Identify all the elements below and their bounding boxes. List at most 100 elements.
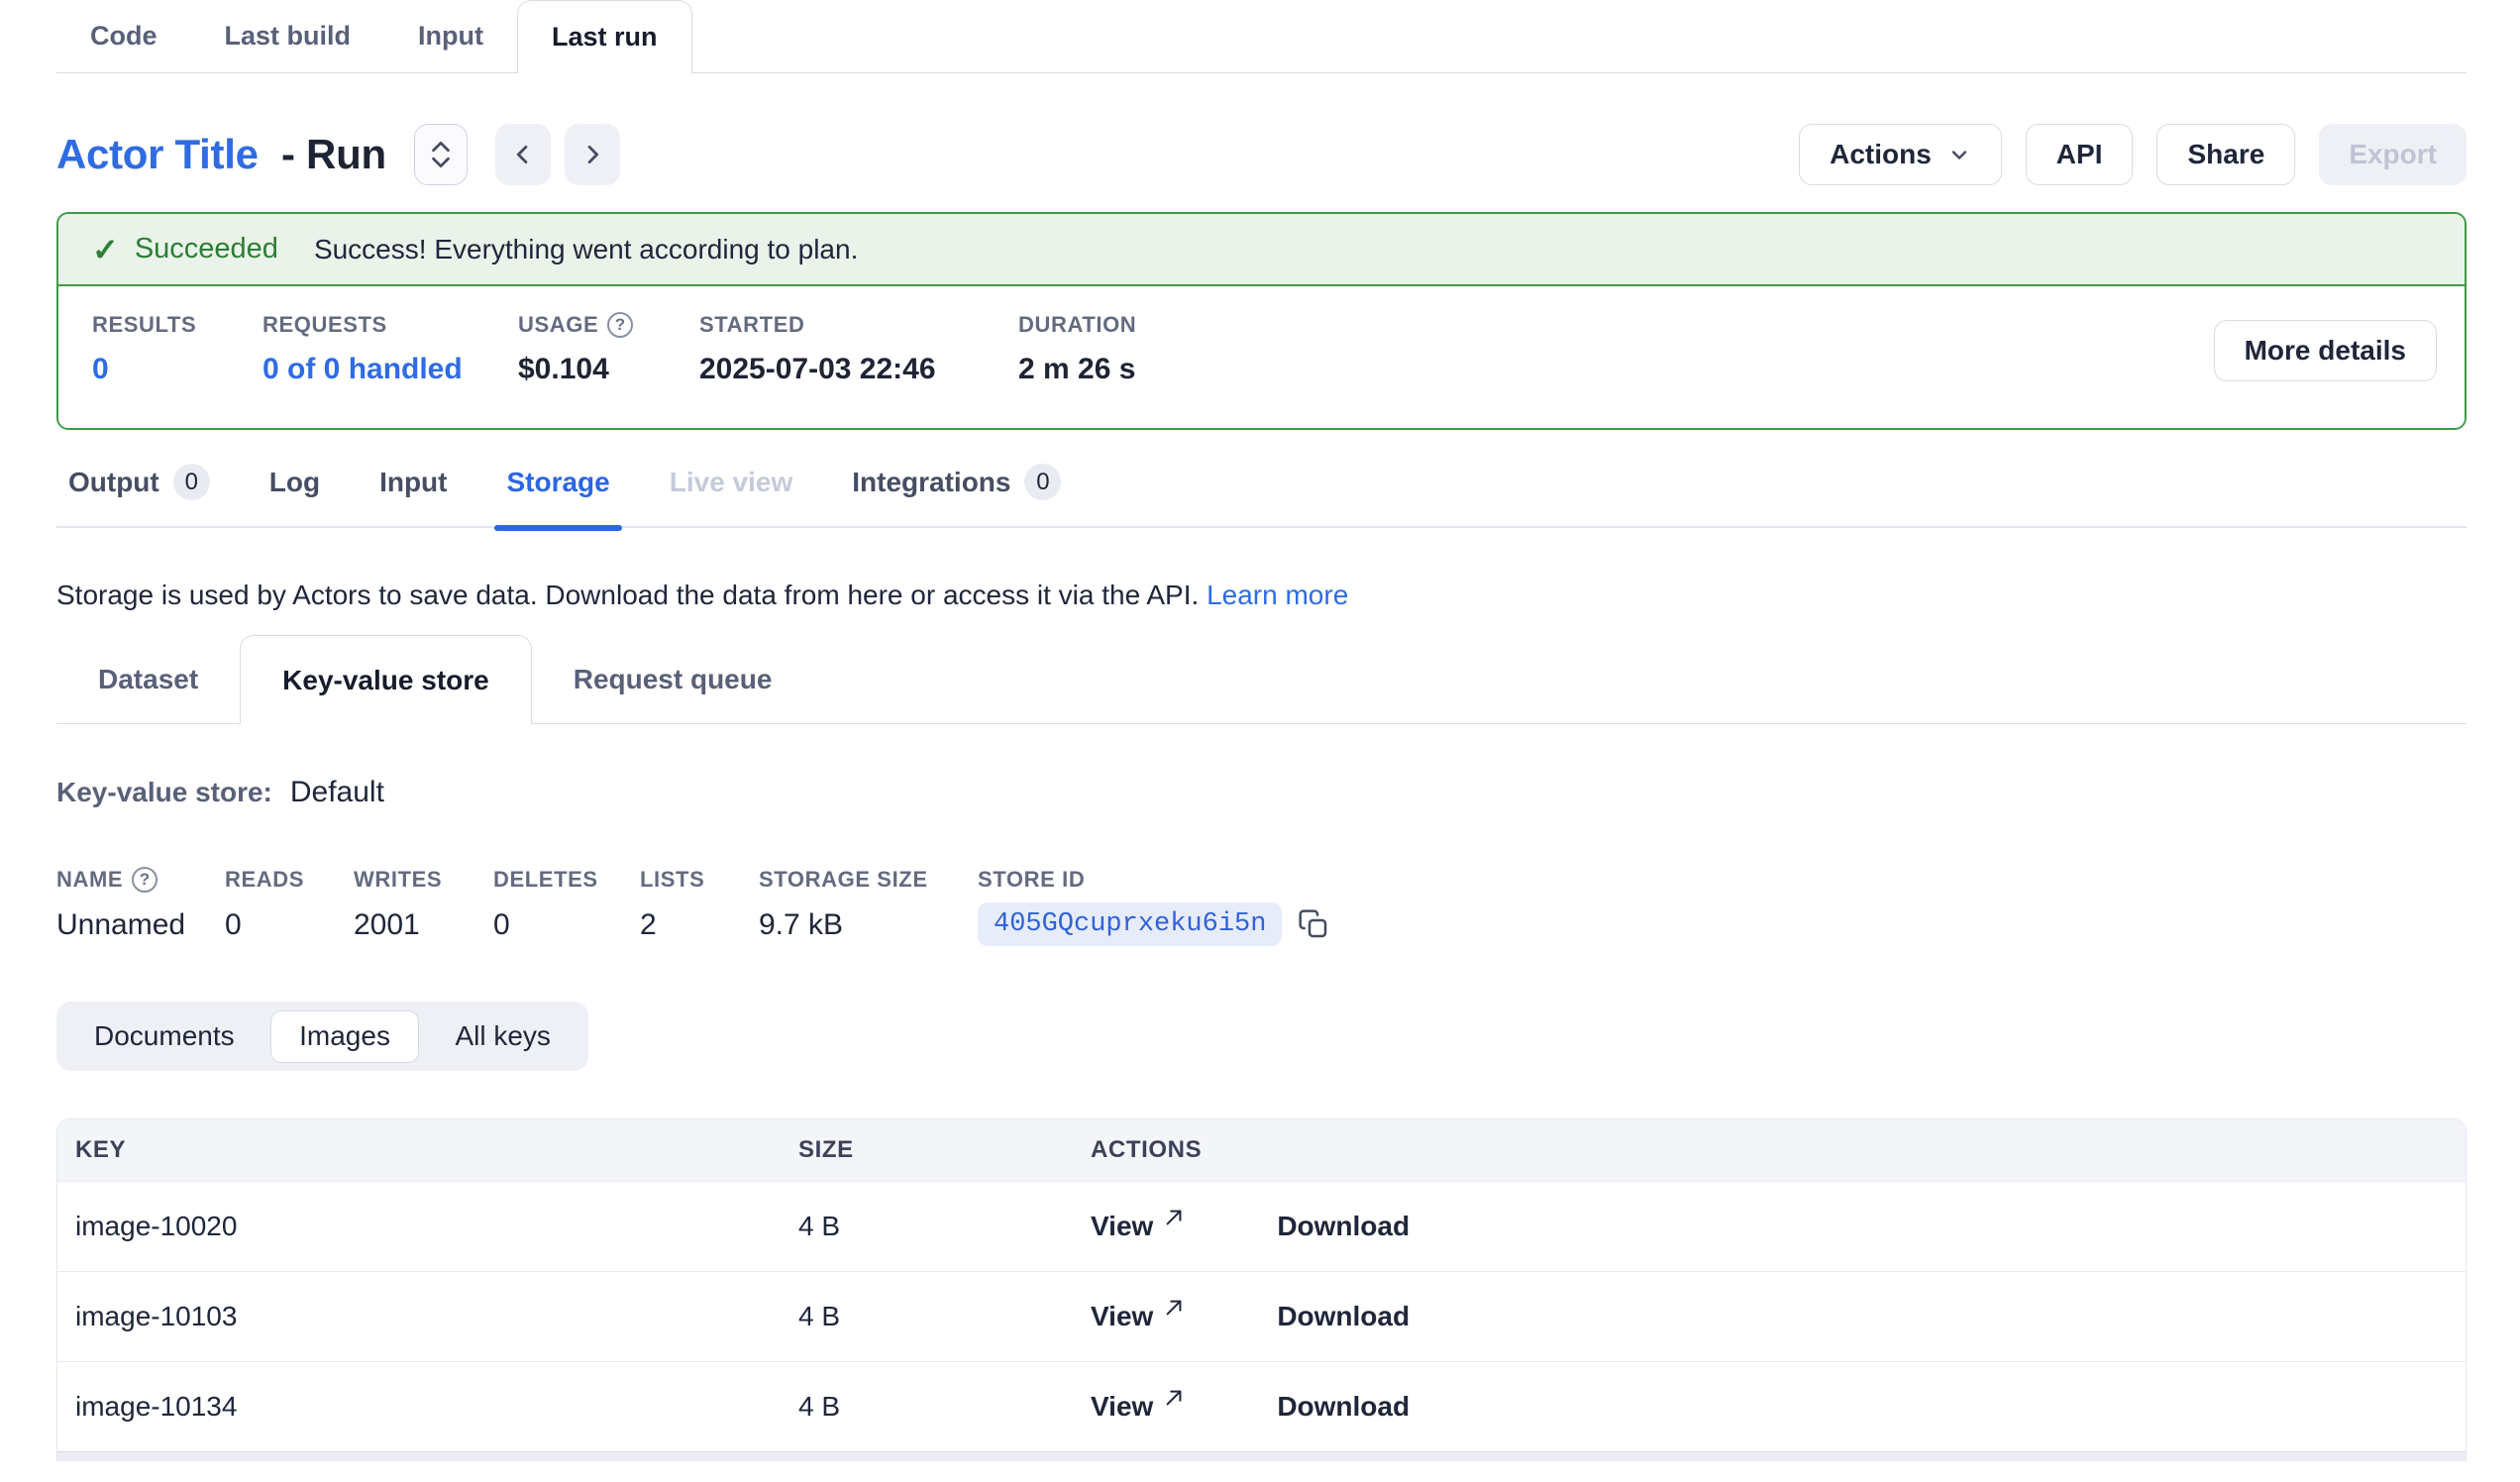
storage-description: Storage is used by Actors to save data. … xyxy=(56,580,2467,611)
chevron-down-icon xyxy=(1947,143,1971,166)
status-badge: Succeeded xyxy=(135,233,278,265)
tab-request-queue[interactable]: Request queue xyxy=(532,635,814,723)
lists-header: LISTS xyxy=(640,867,759,893)
store-stat-store-id: STORE ID 405GQcuprxeku6i5n xyxy=(978,867,1329,946)
integrations-count-badge: 0 xyxy=(1024,464,1061,500)
tab-code[interactable]: Code xyxy=(56,0,191,72)
table-row: image-10020 4 B View Download xyxy=(57,1181,2466,1271)
download-link[interactable]: Download xyxy=(1277,1211,1410,1242)
actor-title-link[interactable]: Actor Title xyxy=(56,131,259,177)
view-link[interactable]: View xyxy=(1091,1211,1185,1242)
stat-started-value: 2025-07-03 22:46 xyxy=(699,353,1018,386)
stat-usage: USAGE ? $0.104 xyxy=(518,312,699,386)
success-banner: ✓ Succeeded Success! Everything went acc… xyxy=(58,214,2465,286)
header-actions: Actions API Share Export xyxy=(1799,124,2467,185)
deletes-value: 0 xyxy=(493,908,640,942)
store-stat-name: NAME ? Unnamed xyxy=(56,867,225,946)
row-key: image-10134 xyxy=(75,1391,798,1423)
actions-dropdown-button[interactable]: Actions xyxy=(1799,124,2002,185)
stat-results-label: RESULTS xyxy=(92,312,262,338)
store-stats: NAME ? Unnamed READS 0 WRITES 2001 DELET… xyxy=(56,867,2467,946)
page-title: Actor Title - Run xyxy=(56,131,386,178)
col-key-header: KEY xyxy=(75,1136,798,1164)
tab-live-view: Live view xyxy=(670,464,793,500)
store-id-value[interactable]: 405GQcuprxeku6i5n xyxy=(978,902,1282,946)
next-run-button[interactable] xyxy=(565,124,620,185)
stat-requests-label: REQUESTS xyxy=(262,312,518,338)
table-row: image-10134 4 B View Download xyxy=(57,1361,2466,1451)
storage-size-header: STORAGE SIZE xyxy=(759,867,978,893)
lists-value: 2 xyxy=(640,908,759,942)
learn-more-link[interactable]: Learn more xyxy=(1207,580,1348,610)
kv-store-row: Key-value store: Default xyxy=(56,776,2467,809)
stat-started: STARTED 2025-07-03 22:46 xyxy=(699,312,1018,386)
filter-images[interactable]: Images xyxy=(270,1010,420,1063)
view-label: View xyxy=(1091,1301,1153,1332)
export-button: Export xyxy=(2319,124,2467,185)
tab-storage[interactable]: Storage xyxy=(506,464,609,500)
view-label: View xyxy=(1091,1211,1153,1242)
usage-label-text: USAGE xyxy=(518,312,598,338)
table-footer-strip xyxy=(57,1451,2466,1461)
download-link[interactable]: Download xyxy=(1277,1301,1410,1332)
run-title-suffix: - Run xyxy=(281,131,386,177)
table-row: image-10103 4 B View Download xyxy=(57,1271,2466,1361)
tab-log[interactable]: Log xyxy=(269,464,320,500)
row-actions: View Download xyxy=(1091,1391,2466,1423)
tab-run-input[interactable]: Input xyxy=(379,464,447,500)
more-details-button[interactable]: More details xyxy=(2214,320,2437,381)
view-link[interactable]: View xyxy=(1091,1391,1185,1423)
external-link-icon xyxy=(1163,1301,1185,1319)
check-icon: ✓ xyxy=(92,231,119,268)
stat-results-value[interactable]: 0 xyxy=(92,353,262,386)
tab-key-value-store[interactable]: Key-value store xyxy=(240,635,532,724)
actions-label: Actions xyxy=(1830,139,1932,170)
filter-all-keys[interactable]: All keys xyxy=(425,1009,579,1063)
file-tab-bar: Code Last build Input Last run xyxy=(56,0,2467,73)
status-message: Success! Everything went according to pl… xyxy=(314,234,858,265)
copy-icon[interactable] xyxy=(1298,908,1329,940)
filter-documents[interactable]: Documents xyxy=(64,1009,264,1063)
store-stat-name-header: NAME ? xyxy=(56,867,225,893)
tab-last-run[interactable]: Last run xyxy=(517,0,692,73)
storage-size-value: 9.7 kB xyxy=(759,908,978,942)
external-link-icon xyxy=(1163,1391,1185,1409)
row-size: 4 B xyxy=(798,1391,1091,1423)
key-filter-segmented-control: Documents Images All keys xyxy=(56,1002,588,1071)
reads-value: 0 xyxy=(225,908,354,942)
run-stats: RESULTS 0 REQUESTS 0 of 0 handled USAGE … xyxy=(58,286,2465,428)
store-stat-reads: READS 0 xyxy=(225,867,354,946)
tab-output[interactable]: Output 0 xyxy=(68,464,210,500)
store-stat-storage-size: STORAGE SIZE 9.7 kB xyxy=(759,867,978,946)
row-size: 4 B xyxy=(798,1301,1091,1332)
tab-integrations-label: Integrations xyxy=(852,467,1010,498)
name-help-icon[interactable]: ? xyxy=(132,867,158,893)
store-stat-name-value: Unnamed xyxy=(56,908,225,942)
stat-duration-value: 2 m 26 s xyxy=(1018,353,1136,386)
writes-value: 2001 xyxy=(354,908,493,942)
share-button[interactable]: Share xyxy=(2156,124,2295,185)
stat-usage-value: $0.104 xyxy=(518,353,699,386)
actor-run-page: Code Last build Input Last run Actor Tit… xyxy=(0,0,2520,1482)
download-link[interactable]: Download xyxy=(1277,1391,1410,1423)
row-actions: View Download xyxy=(1091,1301,2466,1332)
stat-results: RESULTS 0 xyxy=(92,312,262,386)
api-button[interactable]: API xyxy=(2026,124,2134,185)
view-link[interactable]: View xyxy=(1091,1301,1185,1332)
output-count-badge: 0 xyxy=(173,464,210,500)
row-key: image-10020 xyxy=(75,1211,798,1242)
usage-help-icon[interactable]: ? xyxy=(607,312,633,338)
previous-run-button[interactable] xyxy=(495,124,551,185)
storage-tab-bar: Dataset Key-value store Request queue xyxy=(56,635,2467,724)
tab-dataset[interactable]: Dataset xyxy=(56,635,240,723)
row-size: 4 B xyxy=(798,1211,1091,1242)
tab-last-build[interactable]: Last build xyxy=(191,0,385,72)
stat-duration: DURATION 2 m 26 s xyxy=(1018,312,1136,386)
tab-integrations[interactable]: Integrations 0 xyxy=(852,464,1061,500)
stat-requests-value[interactable]: 0 of 0 handled xyxy=(262,353,518,386)
stat-usage-label: USAGE ? xyxy=(518,312,699,338)
stat-started-label: STARTED xyxy=(699,312,1018,338)
run-selector-button[interactable] xyxy=(414,124,468,185)
external-link-icon xyxy=(1163,1211,1185,1228)
tab-input[interactable]: Input xyxy=(384,0,517,72)
